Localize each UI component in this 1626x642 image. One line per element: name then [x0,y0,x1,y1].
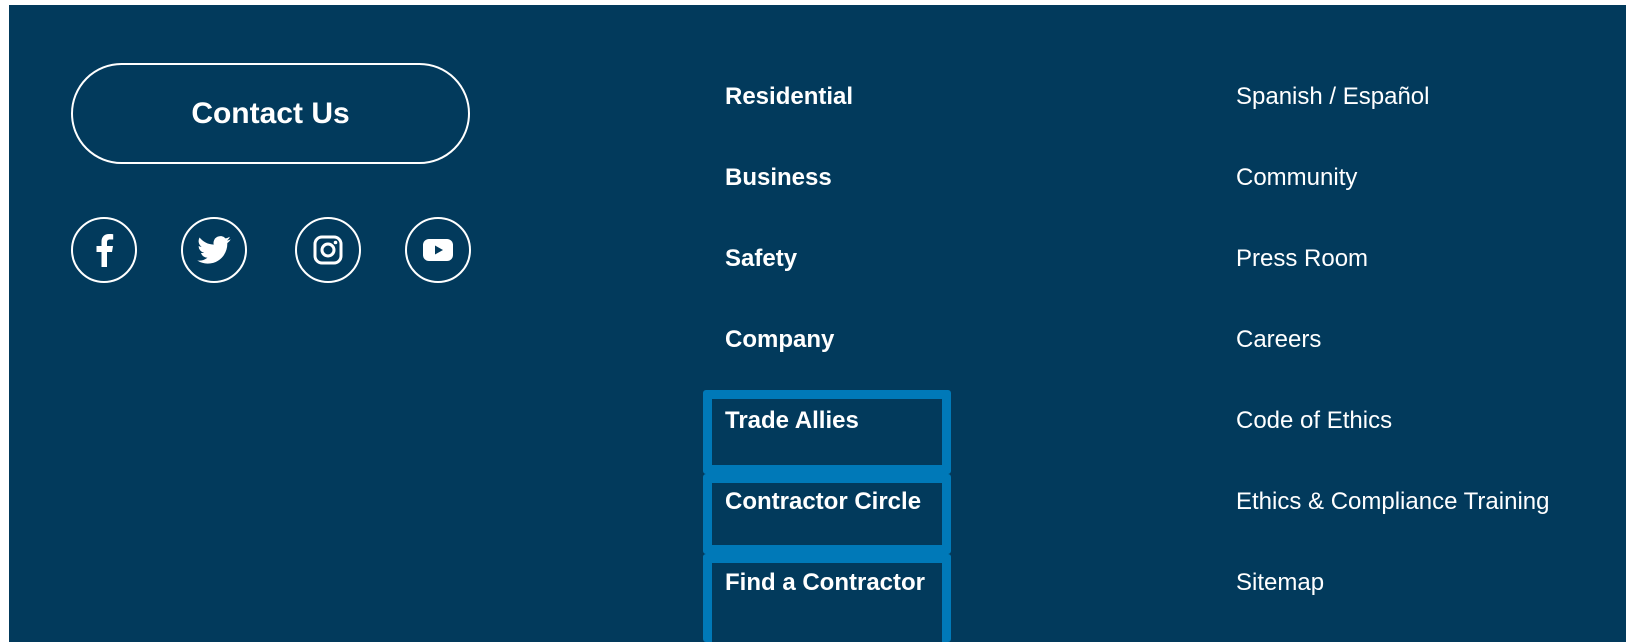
nav-find-a-contractor[interactable]: Find a Contractor [725,569,925,597]
facebook-icon [96,234,114,267]
nav-trade-allies[interactable]: Trade Allies [725,407,859,435]
twitter-icon [197,236,231,264]
link-ethics-compliance-training[interactable]: Ethics & Compliance Training [1236,488,1549,516]
instagram-link[interactable] [295,217,361,283]
nav-contractor-circle[interactable]: Contractor Circle [725,488,921,516]
nav-business[interactable]: Business [725,164,832,192]
link-sitemap[interactable]: Sitemap [1236,569,1324,597]
nav-safety[interactable]: Safety [725,245,797,273]
instagram-icon [313,235,343,265]
youtube-link[interactable] [405,217,471,283]
highlight-find-contractor [703,554,951,642]
link-spanish[interactable]: Spanish / Español [1236,83,1429,111]
link-careers[interactable]: Careers [1236,326,1321,354]
twitter-link[interactable] [181,217,247,283]
link-code-of-ethics[interactable]: Code of Ethics [1236,407,1392,435]
facebook-link[interactable] [71,217,137,283]
contact-us-button[interactable]: Contact Us [71,63,470,164]
site-footer: Contact Us Residential Business Safety C… [9,5,1626,642]
link-community[interactable]: Community [1236,164,1357,192]
link-press-room[interactable]: Press Room [1236,245,1368,273]
nav-residential[interactable]: Residential [725,83,853,111]
youtube-icon [423,239,453,261]
nav-company[interactable]: Company [725,326,834,354]
